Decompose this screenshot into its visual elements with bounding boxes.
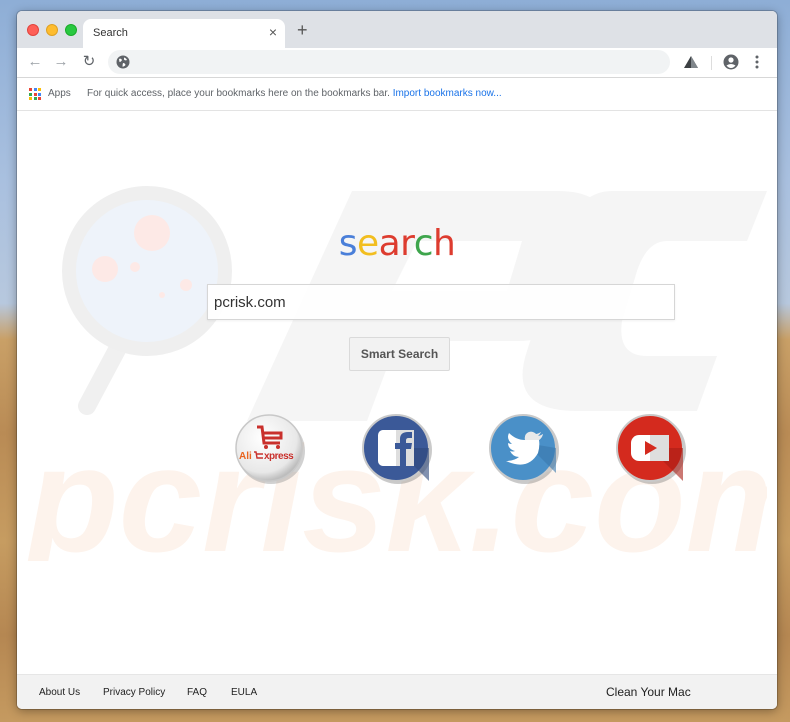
footer-link-eula[interactable]: EULA (231, 687, 257, 698)
shortcut-twitter[interactable] (488, 413, 560, 485)
bookmarks-hint-text: For quick access, place your bookmarks h… (87, 88, 390, 99)
forward-button[interactable]: → (51, 52, 71, 72)
browser-toolbar: ← → ↻ (17, 48, 777, 77)
logo-letter: c (413, 223, 434, 264)
footer-link-clean-your-mac[interactable]: Clean Your Mac (606, 685, 691, 699)
search-logo: search (17, 223, 777, 264)
reload-button[interactable]: ↻ (79, 52, 99, 72)
logo-letter: s (338, 223, 358, 264)
youtube-icon (616, 414, 686, 484)
bookmarks-bar: Apps For quick access, place your bookma… (17, 77, 777, 111)
new-tab-button[interactable]: + (297, 20, 308, 40)
back-button[interactable]: ← (25, 52, 45, 72)
page-footer: About Us Privacy Policy FAQ EULA Clean Y… (17, 674, 777, 709)
footer-link-faq[interactable]: FAQ (187, 687, 207, 698)
tab-search[interactable]: Search × (83, 19, 285, 48)
apps-icon[interactable] (29, 88, 41, 100)
menu-icon[interactable] (753, 54, 761, 70)
tab-title: Search (93, 27, 128, 39)
tab-bar: Search × + (17, 11, 777, 48)
aliexpress-label-left: Ali (239, 451, 252, 462)
apps-link[interactable]: Apps (48, 88, 71, 99)
shortcut-aliexpress[interactable]: Ali xpress (234, 413, 306, 485)
aliexpress-label-right: xpress (264, 451, 294, 462)
toolbar-divider (711, 56, 712, 70)
footer-link-privacy-policy[interactable]: Privacy Policy (103, 687, 165, 698)
globe-icon (116, 55, 130, 69)
extension-icon[interactable] (684, 56, 698, 68)
window-minimize-button[interactable] (46, 24, 58, 36)
browser-window: Search × + ← → ↻ Apps For quick access, … (17, 11, 777, 709)
shortcut-youtube[interactable] (615, 413, 687, 485)
aliexpress-icon: Ali xpress (235, 414, 305, 484)
shortcut-facebook[interactable] (361, 413, 433, 485)
window-maximize-button[interactable] (65, 24, 77, 36)
smart-search-button[interactable]: Smart Search (349, 337, 450, 371)
logo-letter: a (378, 223, 401, 264)
logo-letter: e (356, 223, 379, 264)
twitter-icon (489, 414, 559, 484)
tab-close-icon[interactable]: × (269, 24, 277, 40)
facebook-icon (362, 414, 432, 484)
footer-link-about-us[interactable]: About Us (39, 687, 80, 698)
profile-icon[interactable] (723, 54, 739, 70)
bookmarks-hint: For quick access, place your bookmarks h… (87, 88, 502, 99)
address-bar[interactable] (108, 50, 670, 74)
logo-letter: h (432, 223, 456, 264)
logo-letter: r (400, 223, 414, 264)
import-bookmarks-link[interactable]: Import bookmarks now... (393, 88, 502, 99)
search-input[interactable] (207, 284, 675, 320)
page-content: pcrisk.com search Smart Search Ali x (17, 111, 777, 674)
window-close-button[interactable] (27, 24, 39, 36)
